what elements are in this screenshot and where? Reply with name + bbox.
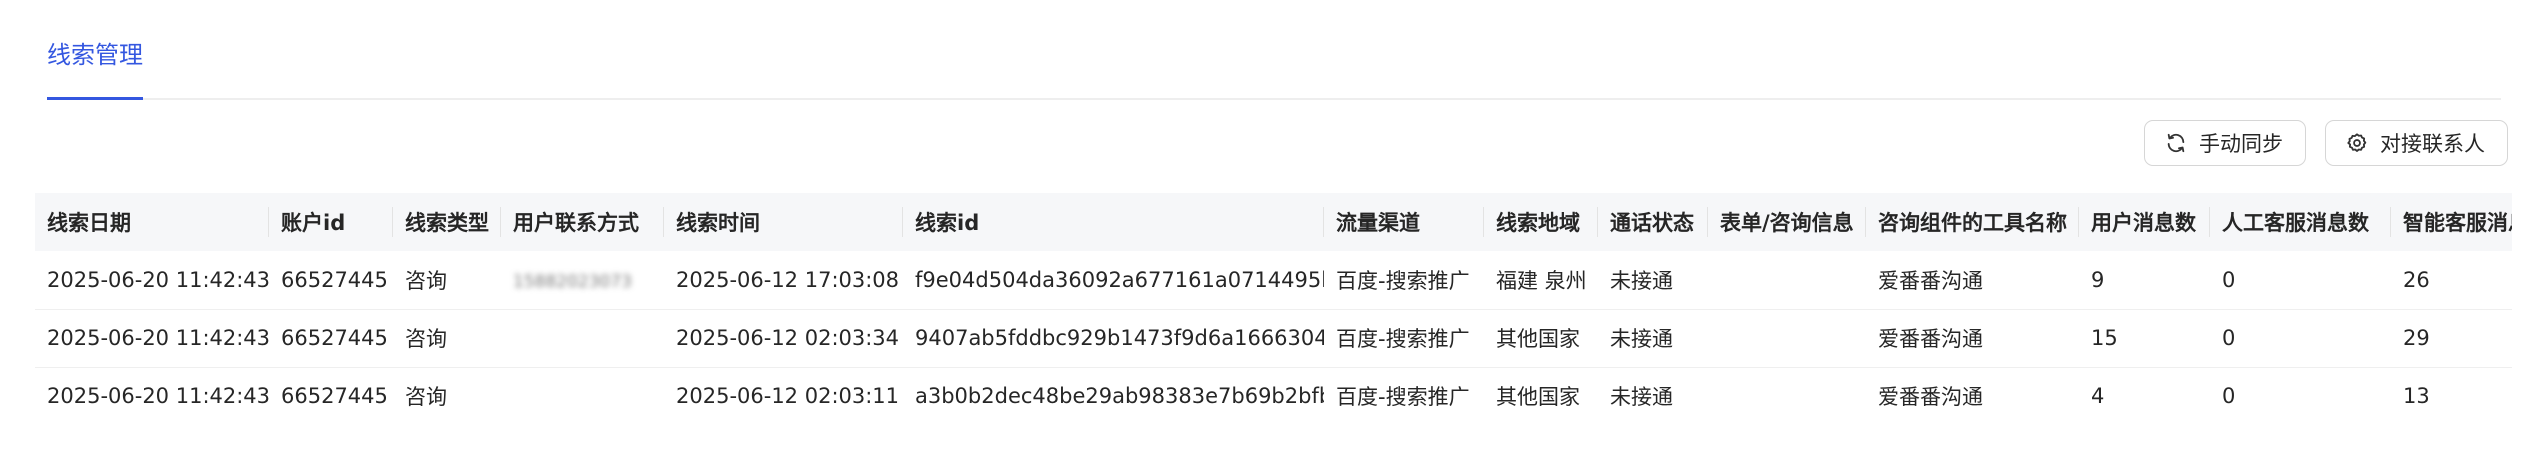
column-header-user-msg-count: 用户消息数 [2079,193,2210,251]
lead-table-grid: 线索日期 账户id 线索类型 用户联系方式 线索时间 线索id 流量渠道 线索地… [35,193,2512,423]
cell-account-id: 66527445 [281,326,388,350]
cell-contact: 15882023073 [501,251,664,309]
cell-lead-time: 2025-06-12 02:03:11 [676,384,900,408]
cell-lead-type: 咨询 [405,268,447,293]
refresh-icon [2165,132,2187,154]
cell-tool-name: 爱番番沟通 [1878,385,1983,409]
table-row[interactable]: 2025-06-20 11:42:43 66527445 咨询 15882023… [35,251,2512,309]
cell-lead-time: 2025-06-12 02:03:34 [676,326,900,350]
cell-lead-date: 2025-06-20 11:42:43 [47,384,269,408]
column-header-agent-msg-count: 人工客服消息数 [2210,193,2391,251]
cell-lead-time: 2025-06-12 17:03:08 [676,267,900,292]
cell-traffic-channel: 百度-搜索推广 [1336,385,1470,409]
column-header-account-id: 账户id [269,193,393,251]
table-header-row: 线索日期 账户id 线索类型 用户联系方式 线索时间 线索id 流量渠道 线索地… [35,193,2512,251]
contact-person-label: 对接联系人 [2380,132,2485,156]
cell-agent-msg-count: 0 [2222,326,2236,350]
cell-lead-type: 咨询 [405,327,447,351]
manual-sync-label: 手动同步 [2199,132,2283,156]
cell-bot-msg-count: 26 [2403,267,2430,292]
active-tab-indicator [47,97,143,100]
cell-account-id: 66527445 [281,267,388,292]
column-header-lead-type: 线索类型 [393,193,501,251]
table-row[interactable]: 2025-06-20 11:42:43 66527445 咨询 2025-06-… [35,309,2512,367]
gear-icon [2346,132,2368,154]
blurred-phone: 15882023073 [513,271,632,292]
column-header-lead-time: 线索时间 [664,193,903,251]
column-header-contact: 用户联系方式 [501,193,664,251]
cell-user-msg-count: 9 [2091,267,2105,292]
cell-agent-msg-count: 0 [2222,267,2236,292]
column-header-region: 线索地域 [1484,193,1598,251]
column-header-bot-msg-count: 智能客服消息数 [2403,211,2512,235]
cell-call-status: 未接通 [1610,268,1673,293]
cell-lead-id: f9e04d504da36092a677161a0714495b [915,267,1324,292]
cell-region: 福建 泉州 [1496,268,1587,293]
cell-region: 其他国家 [1496,327,1580,351]
cell-form-info [1708,251,1866,309]
cell-bot-msg-count: 29 [2403,326,2430,350]
tab-lead-management[interactable]: 线索管理 [47,38,143,100]
contact-person-button[interactable]: 对接联系人 [2325,120,2508,166]
tab-bar: 线索管理 [47,0,2501,100]
column-header-call-status: 通话状态 [1598,193,1708,251]
column-header-form-info: 表单/咨询信息 [1708,193,1866,251]
cell-form-info [1708,309,1866,367]
cell-contact [501,367,664,423]
column-header-lead-id: 线索id [903,193,1324,251]
cell-contact [501,309,664,367]
column-header-lead-date: 线索日期 [35,193,269,251]
cell-lead-date: 2025-06-20 11:42:43 [47,267,269,292]
cell-call-status: 未接通 [1610,385,1673,409]
cell-call-status: 未接通 [1610,327,1673,351]
cell-account-id: 66527445 [281,384,388,408]
table-row[interactable]: 2025-06-20 11:42:43 66527445 咨询 2025-06-… [35,367,2512,423]
cell-traffic-channel: 百度-搜索推广 [1336,268,1470,293]
cell-lead-id: 9407ab5fddbc929b1473f9d6a1666304 [915,326,1324,350]
cell-form-info [1708,367,1866,423]
column-header-tool-name: 咨询组件的工具名称 [1866,193,2079,251]
column-header-traffic-channel: 流量渠道 [1324,193,1484,251]
cell-lead-type: 咨询 [405,385,447,409]
cell-agent-msg-count: 0 [2222,384,2236,408]
cell-bot-msg-count: 13 [2403,384,2430,408]
manual-sync-button[interactable]: 手动同步 [2144,120,2306,166]
cell-tool-name: 爱番番沟通 [1878,268,1983,293]
cell-region: 其他国家 [1496,385,1580,409]
cell-lead-id: a3b0b2dec48be29ab98383e7b69b2bfb [915,384,1324,408]
toolbar: 手动同步 对接联系人 [2144,120,2508,166]
tab-label: 线索管理 [47,41,143,69]
lead-table[interactable]: 线索日期 账户id 线索类型 用户联系方式 线索时间 线索id 流量渠道 线索地… [35,193,2512,423]
cell-user-msg-count: 4 [2091,384,2105,408]
cell-lead-date: 2025-06-20 11:42:43 [47,326,269,350]
cell-tool-name: 爱番番沟通 [1878,327,1983,351]
cell-user-msg-count: 15 [2091,326,2118,350]
cell-traffic-channel: 百度-搜索推广 [1336,327,1470,351]
